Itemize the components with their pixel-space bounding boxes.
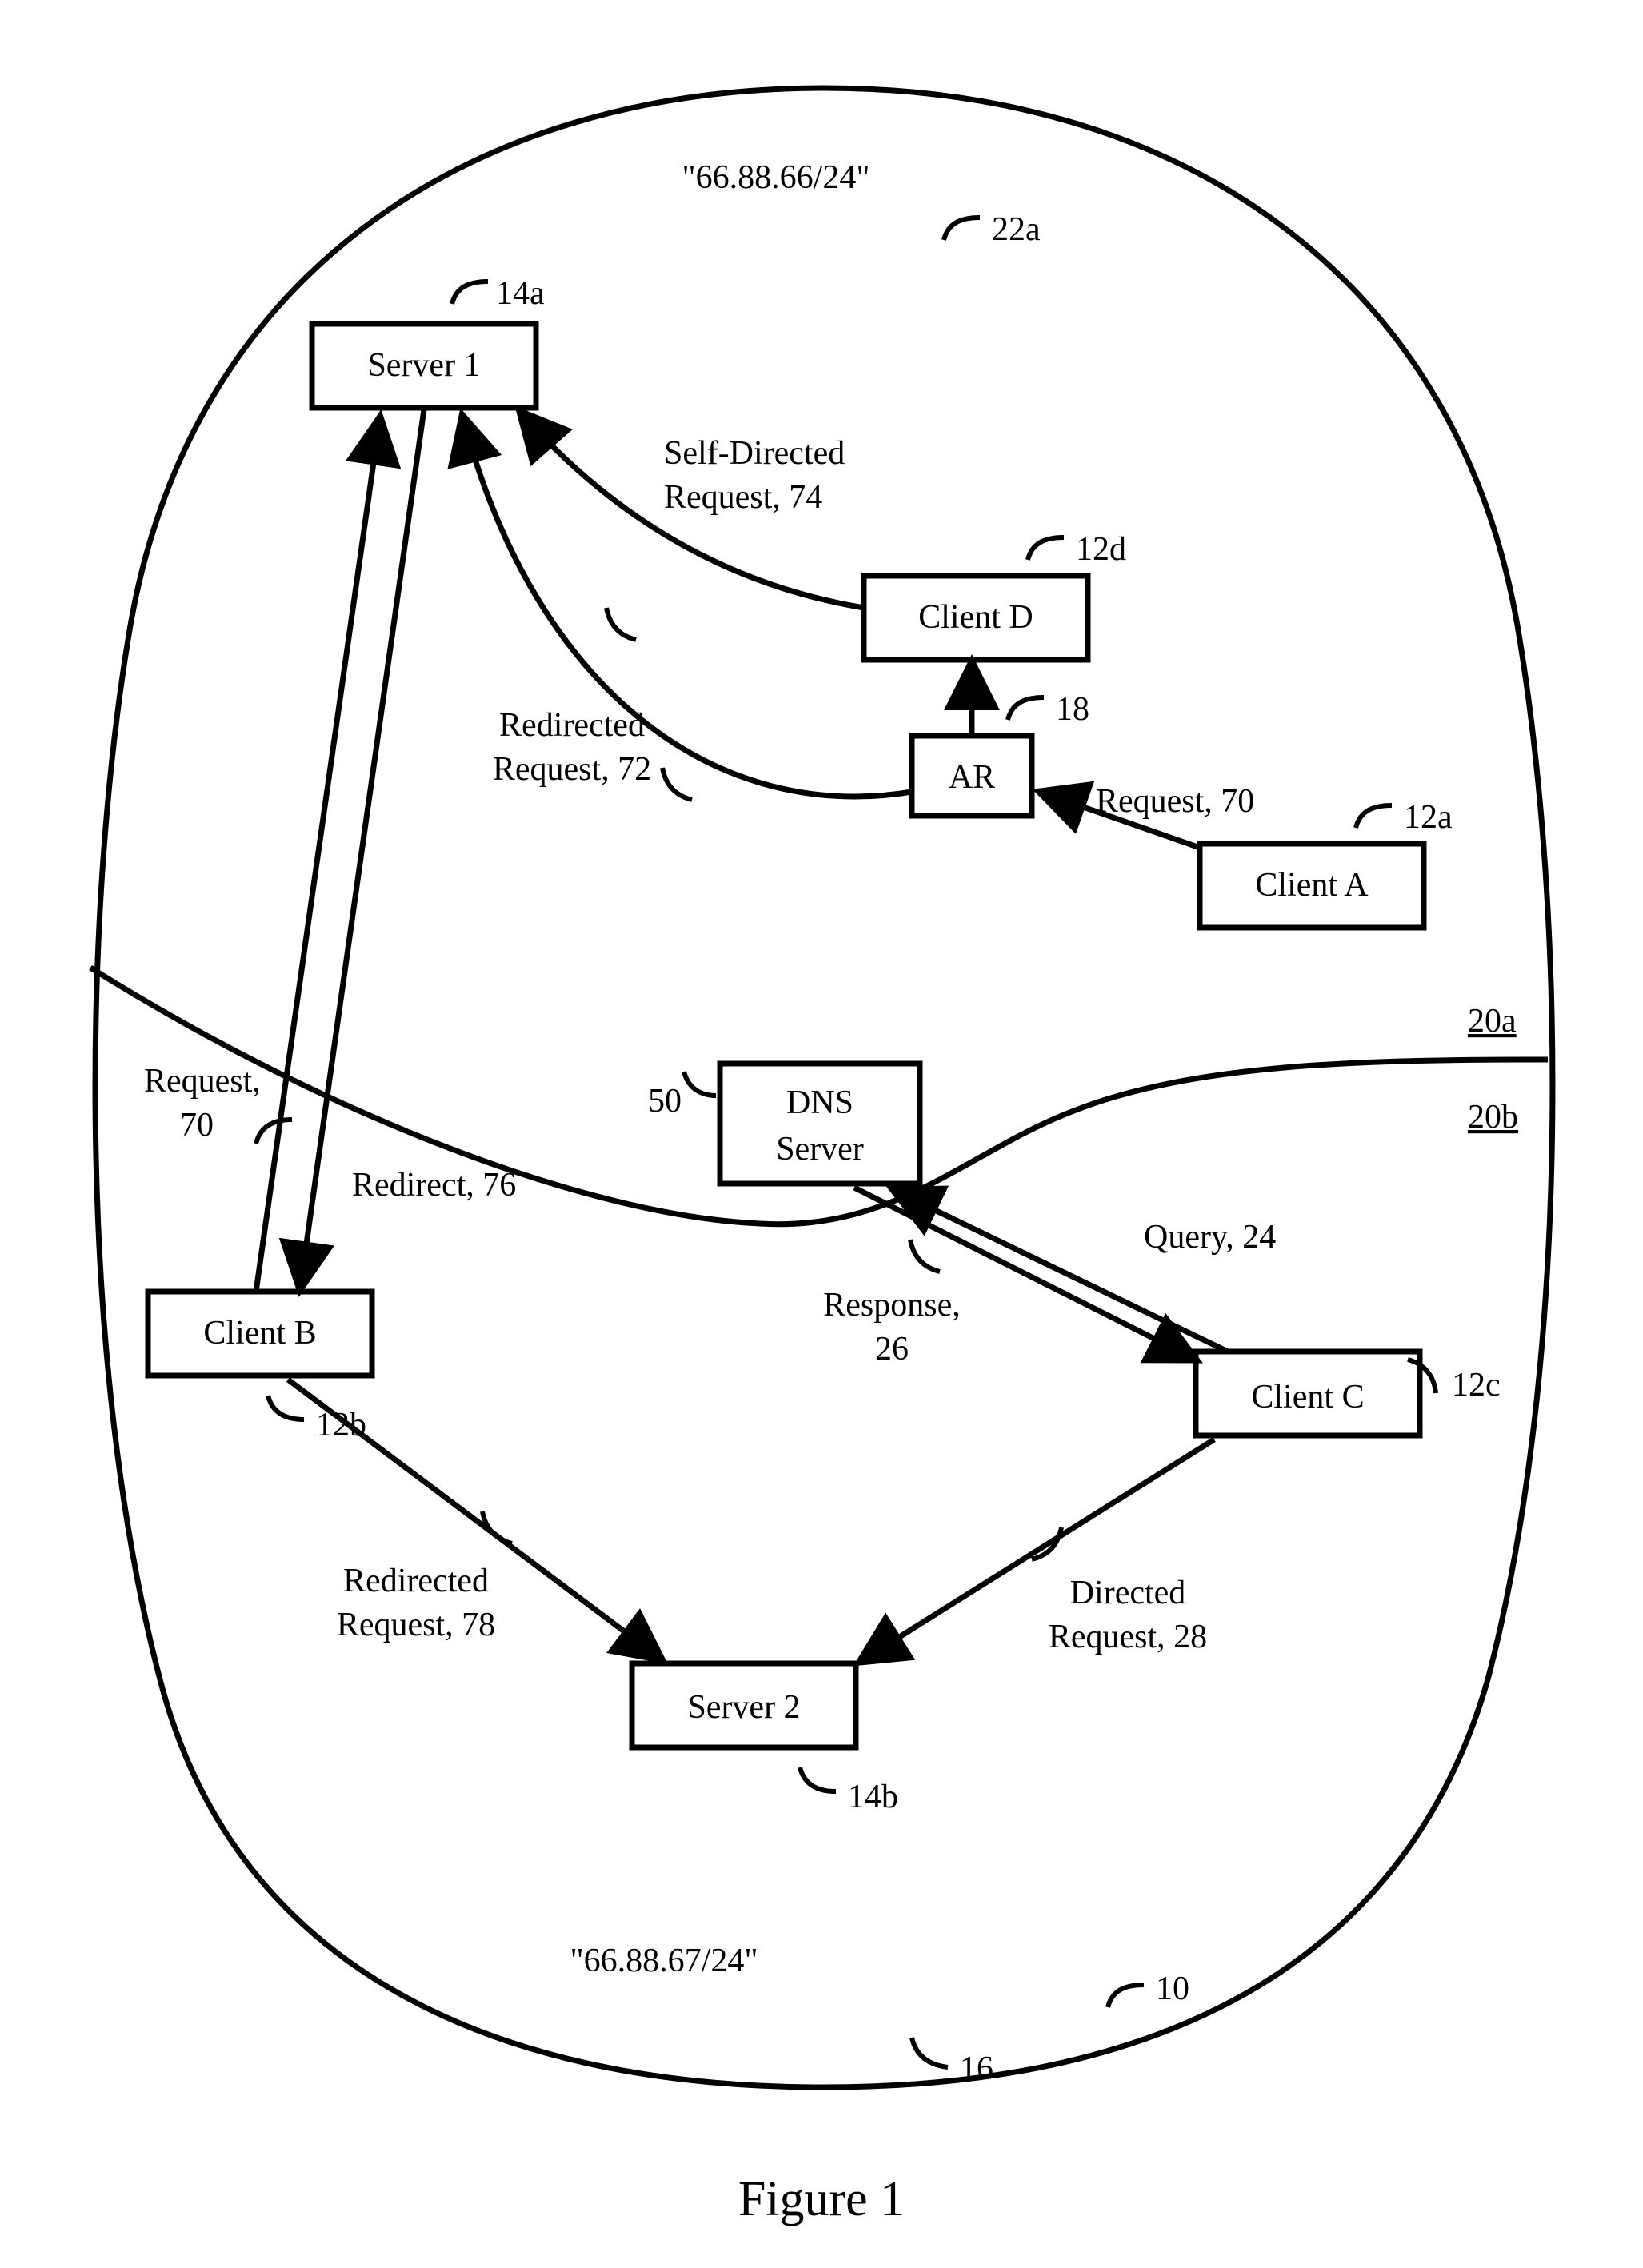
ref-10: 10 xyxy=(1156,1971,1189,2007)
ref-20b: 20b xyxy=(1468,1099,1518,1136)
ref-hook-10 xyxy=(1108,1985,1144,2007)
ref-hook-78 xyxy=(482,1511,512,1543)
net-bot-cidr: "66.88.67/24" xyxy=(570,1943,758,1979)
ar-label: AR xyxy=(949,759,995,796)
client-a-label: Client A xyxy=(1255,867,1369,904)
ref-clientd: 12d xyxy=(1076,531,1126,568)
edge-label-request-70a: Request, 70 xyxy=(1096,783,1254,820)
edge-label-directed-28-1: Directed xyxy=(1070,1575,1186,1611)
ref-clientb: 12b xyxy=(316,1407,366,1443)
figure-title: Figure 1 xyxy=(738,2172,905,2226)
ref-22a: 22a xyxy=(992,211,1041,248)
dns-server-node: DNS Server xyxy=(720,1064,920,1184)
edge-label-response-26-1: Response, xyxy=(823,1287,961,1324)
edge-label-directed-28-2: Request, 28 xyxy=(1049,1619,1207,1655)
client-a-node: Client A xyxy=(1200,844,1424,928)
ref-hook-dns xyxy=(684,1072,716,1096)
edge-label-redirected-78-2: Request, 78 xyxy=(337,1607,495,1643)
ref-hook-ar xyxy=(1008,697,1044,720)
client-d-label: Client D xyxy=(918,599,1033,636)
ref-20a: 20a xyxy=(1468,1003,1517,1040)
edge-label-redirected-72-2: Request, 72 xyxy=(493,751,651,788)
ref-hook-74 xyxy=(606,608,636,640)
server-1-label: Server 1 xyxy=(367,347,480,384)
ref-ar: 18 xyxy=(1056,691,1089,728)
ref-hook-22a xyxy=(944,218,980,240)
ref-hook-server1 xyxy=(452,282,488,304)
edge-label-selfdirected-74-1: Self-Directed xyxy=(664,435,845,472)
ref-hook-clienta xyxy=(1356,805,1392,828)
edge-label-response-26-2: 26 xyxy=(875,1331,909,1368)
client-c-node: Client C xyxy=(1196,1352,1420,1435)
ref-hook-70b xyxy=(256,1120,292,1144)
server-1-node: Server 1 xyxy=(312,324,536,408)
ref-hook-16 xyxy=(912,2038,948,2067)
ref-hook-clientb xyxy=(268,1396,304,1419)
edge-query-24 xyxy=(893,1190,1228,1352)
edge-label-redirect-76: Redirect, 76 xyxy=(352,1167,516,1204)
server-2-label: Server 2 xyxy=(687,1689,800,1726)
server-2-node: Server 2 xyxy=(632,1663,856,1747)
ref-hook-clientd xyxy=(1028,537,1064,560)
ref-16: 16 xyxy=(960,2050,993,2087)
ref-hook-server2 xyxy=(800,1767,836,1791)
ref-hook-26 xyxy=(910,1240,940,1272)
net-top-cidr: "66.88.66/24" xyxy=(682,159,870,196)
dns-label-1: DNS xyxy=(786,1084,853,1121)
ref-dns: 50 xyxy=(648,1083,682,1120)
edge-label-redirected-78-1: Redirected xyxy=(343,1563,489,1599)
client-b-node: Client B xyxy=(148,1292,372,1376)
ref-server2: 14b xyxy=(848,1779,898,1815)
edge-label-request-70b-2: 70 xyxy=(180,1107,214,1144)
dns-label-2: Server xyxy=(776,1131,864,1168)
ref-server1: 14a xyxy=(496,275,545,312)
client-d-node: Client D xyxy=(864,576,1088,660)
edge-label-selfdirected-74-2: Request, 74 xyxy=(664,479,822,516)
client-c-label: Client C xyxy=(1251,1379,1364,1416)
ref-hook-72 xyxy=(662,768,692,800)
ref-clienta: 12a xyxy=(1404,799,1453,836)
ar-node: AR xyxy=(912,736,1032,816)
edge-label-request-70b-1: Request, xyxy=(144,1063,261,1100)
ref-clientc: 12c xyxy=(1452,1367,1501,1404)
edge-label-query-24: Query, 24 xyxy=(1144,1219,1276,1256)
edge-label-redirected-72-1: Redirected xyxy=(499,707,645,744)
client-b-label: Client B xyxy=(203,1315,316,1352)
